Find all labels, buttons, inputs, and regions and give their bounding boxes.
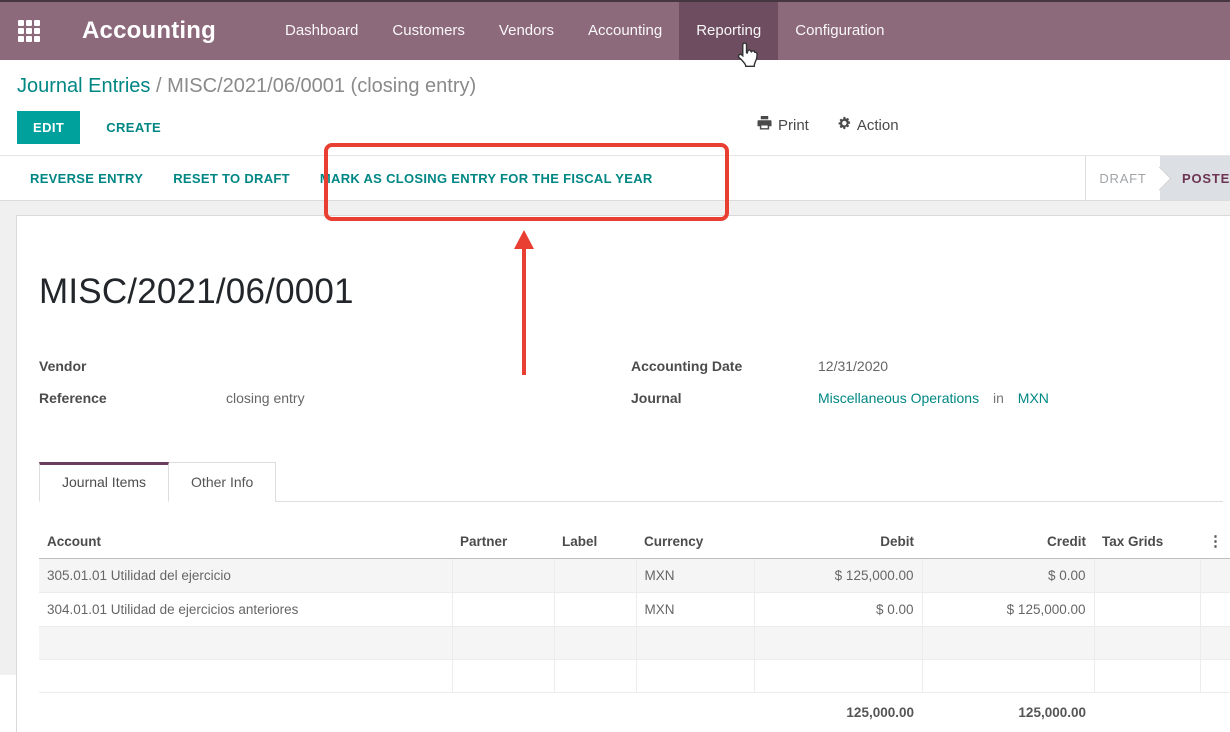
print-label: Print	[778, 117, 809, 134]
notebook-tabs: Journal Items Other Info	[39, 462, 1223, 502]
cell-account[interactable]: 305.01.01 Utilidad del ejercicio	[39, 559, 452, 593]
col-credit[interactable]: Credit	[922, 524, 1094, 559]
cell-credit[interactable]: $ 125,000.00	[922, 593, 1094, 627]
cell-debit[interactable]: $ 0.00	[754, 593, 922, 627]
cell-tax-grids[interactable]	[1094, 559, 1200, 593]
breadcrumb: Journal Entries / MISC/2021/06/0001 (clo…	[0, 60, 1230, 98]
nav-menu: Dashboard Customers Vendors Accounting R…	[268, 2, 901, 60]
secondary-actions: Print Action	[757, 116, 899, 134]
workflow-action-bar: REVERSE ENTRY RESET TO DRAFT MARK AS CLO…	[0, 155, 1230, 201]
optional-columns-icon[interactable]: ⋮	[1200, 524, 1230, 559]
top-navbar: Accounting Dashboard Customers Vendors A…	[0, 2, 1230, 60]
col-account[interactable]: Account	[39, 524, 452, 559]
reference-field: Reference closing entry	[39, 390, 631, 407]
cell-debit[interactable]: $ 125,000.00	[754, 559, 922, 593]
table-row[interactable]: 304.01.01 Utilidad de ejercicios anterio…	[39, 593, 1230, 627]
cell-currency[interactable]: MXN	[636, 559, 754, 593]
control-panel-buttons: EDIT CREATE Print Action	[0, 98, 1230, 155]
journal-value: Miscellaneous Operations in MXN	[818, 390, 1049, 407]
print-button[interactable]: Print	[757, 116, 809, 134]
action-label: Action	[857, 117, 899, 134]
cell-credit[interactable]: $ 0.00	[922, 559, 1094, 593]
cell-options	[1200, 593, 1230, 627]
cell-tax-grids[interactable]	[1094, 593, 1200, 627]
cell-label[interactable]	[554, 559, 636, 593]
journal-field: Journal Miscellaneous Operations in MXN	[631, 390, 1223, 407]
journal-items-table: Account Partner Label Currency Debit Cre…	[39, 524, 1230, 729]
journal-link[interactable]: Miscellaneous Operations	[818, 390, 979, 406]
vendor-field: Vendor	[39, 358, 631, 375]
cell-partner[interactable]	[452, 559, 554, 593]
tab-other-info[interactable]: Other Info	[169, 462, 276, 502]
nav-item-configuration[interactable]: Configuration	[778, 2, 901, 60]
totals-row: 125,000.00 125,000.00	[39, 693, 1230, 730]
journal-in-text: in	[993, 390, 1004, 406]
accounting-date-field: Accounting Date 12/31/2020	[631, 358, 1223, 375]
reverse-entry-button[interactable]: REVERSE ENTRY	[30, 171, 143, 186]
vendor-label: Vendor	[39, 358, 226, 375]
reference-value[interactable]: closing entry	[226, 390, 305, 407]
col-label[interactable]: Label	[554, 524, 636, 559]
journal-label: Journal	[631, 390, 818, 407]
breadcrumb-separator: /	[156, 75, 167, 97]
action-button[interactable]: Action	[837, 116, 899, 134]
accounting-date-label: Accounting Date	[631, 358, 818, 375]
col-debit[interactable]: Debit	[754, 524, 922, 559]
col-partner[interactable]: Partner	[452, 524, 554, 559]
nav-item-accounting[interactable]: Accounting	[571, 2, 679, 60]
gear-icon	[837, 116, 851, 134]
app-title[interactable]: Accounting	[82, 2, 216, 60]
table-header-row: Account Partner Label Currency Debit Cre…	[39, 524, 1230, 559]
breadcrumb-current: MISC/2021/06/0001 (closing entry)	[167, 75, 476, 97]
nav-item-dashboard[interactable]: Dashboard	[268, 2, 375, 60]
cell-options	[1200, 559, 1230, 593]
printer-icon	[757, 116, 772, 134]
cell-currency[interactable]: MXN	[636, 593, 754, 627]
cell-label[interactable]	[554, 593, 636, 627]
tab-journal-items[interactable]: Journal Items	[39, 462, 169, 502]
content-area: MISC/2021/06/0001 Vendor Reference closi…	[0, 201, 1230, 675]
journal-currency-link[interactable]: MXN	[1018, 390, 1049, 406]
nav-item-customers[interactable]: Customers	[375, 2, 482, 60]
field-grid: Vendor Reference closing entry Accountin…	[39, 358, 1223, 422]
accounting-date-value[interactable]: 12/31/2020	[818, 358, 888, 375]
empty-row	[39, 627, 1230, 660]
nav-item-vendors[interactable]: Vendors	[482, 2, 571, 60]
reset-to-draft-button[interactable]: RESET TO DRAFT	[173, 171, 290, 186]
status-draft[interactable]: DRAFT	[1086, 156, 1160, 200]
cell-account[interactable]: 304.01.01 Utilidad de ejercicios anterio…	[39, 593, 452, 627]
edit-button[interactable]: EDIT	[17, 111, 80, 144]
empty-row	[39, 660, 1230, 693]
statusbar: DRAFT POSTED	[1085, 156, 1230, 200]
form-sheet: MISC/2021/06/0001 Vendor Reference closi…	[16, 215, 1230, 732]
reference-label: Reference	[39, 390, 226, 407]
breadcrumb-journal-entries[interactable]: Journal Entries	[17, 75, 150, 97]
table-row[interactable]: 305.01.01 Utilidad del ejercicio MXN $ 1…	[39, 559, 1230, 593]
apps-grid-icon[interactable]	[18, 20, 40, 42]
entry-title: MISC/2021/06/0001	[39, 272, 1223, 312]
field-column-right: Accounting Date 12/31/2020 Journal Misce…	[631, 358, 1223, 422]
mark-closing-entry-button[interactable]: MARK AS CLOSING ENTRY FOR THE FISCAL YEA…	[320, 171, 653, 186]
nav-item-reporting[interactable]: Reporting	[679, 2, 778, 60]
col-tax-grids[interactable]: Tax Grids	[1094, 524, 1200, 559]
col-currency[interactable]: Currency	[636, 524, 754, 559]
cell-partner[interactable]	[452, 593, 554, 627]
field-column-left: Vendor Reference closing entry	[39, 358, 631, 422]
create-button[interactable]: CREATE	[106, 120, 161, 135]
total-debit: 125,000.00	[754, 693, 922, 730]
total-credit: 125,000.00	[922, 693, 1094, 730]
